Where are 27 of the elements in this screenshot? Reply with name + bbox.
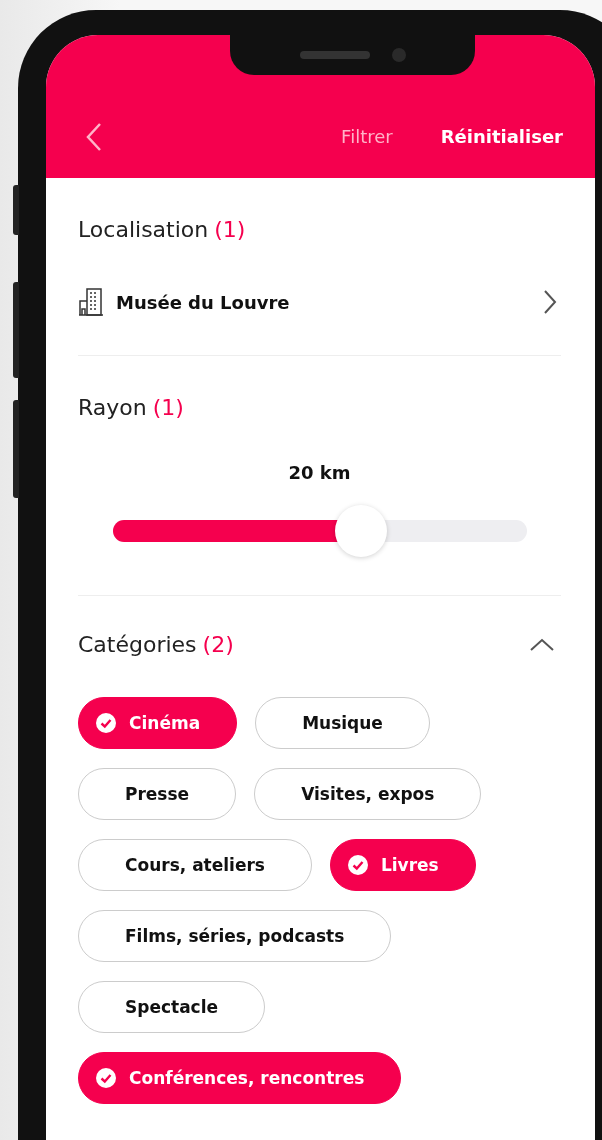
header-title: Filtrer: [341, 126, 393, 147]
building-icon: [78, 287, 104, 317]
section-title: Localisation: [78, 217, 209, 242]
category-chip[interactable]: Cinéma: [78, 697, 238, 749]
category-chip[interactable]: Musique: [255, 697, 430, 749]
category-chip[interactable]: Cours, ateliers: [78, 839, 312, 891]
location-name[interactable]: Musée du Louvre: [116, 291, 290, 313]
check-icon: [346, 854, 369, 876]
check-icon: [95, 712, 117, 734]
category-chip[interactable]: Spectacle: [78, 981, 266, 1033]
count-label: (2): [202, 632, 234, 657]
category-chip[interactable]: Presse: [78, 768, 237, 820]
back-icon[interactable]: [86, 121, 102, 152]
slider-value: 20 km: [287, 462, 352, 483]
category-chip[interactable]: Conférences, rencontres: [78, 1052, 402, 1104]
category-chip[interactable]: Livres: [329, 839, 476, 891]
chevron-up-icon[interactable]: [529, 637, 555, 652]
reset-button[interactable]: Réinitialiser: [440, 126, 563, 147]
chevron-right-icon[interactable]: [543, 289, 557, 315]
check-icon: [95, 1067, 117, 1089]
count-label: (1): [152, 395, 184, 420]
slider-thumb[interactable]: [335, 505, 388, 557]
category-chip[interactable]: Films, séries, podcasts: [78, 910, 392, 962]
section-title: Catégories: [78, 632, 197, 657]
section-title: Rayon: [78, 395, 147, 420]
count-label: (1): [214, 217, 246, 242]
category-chip[interactable]: Visites, expos: [254, 768, 482, 820]
